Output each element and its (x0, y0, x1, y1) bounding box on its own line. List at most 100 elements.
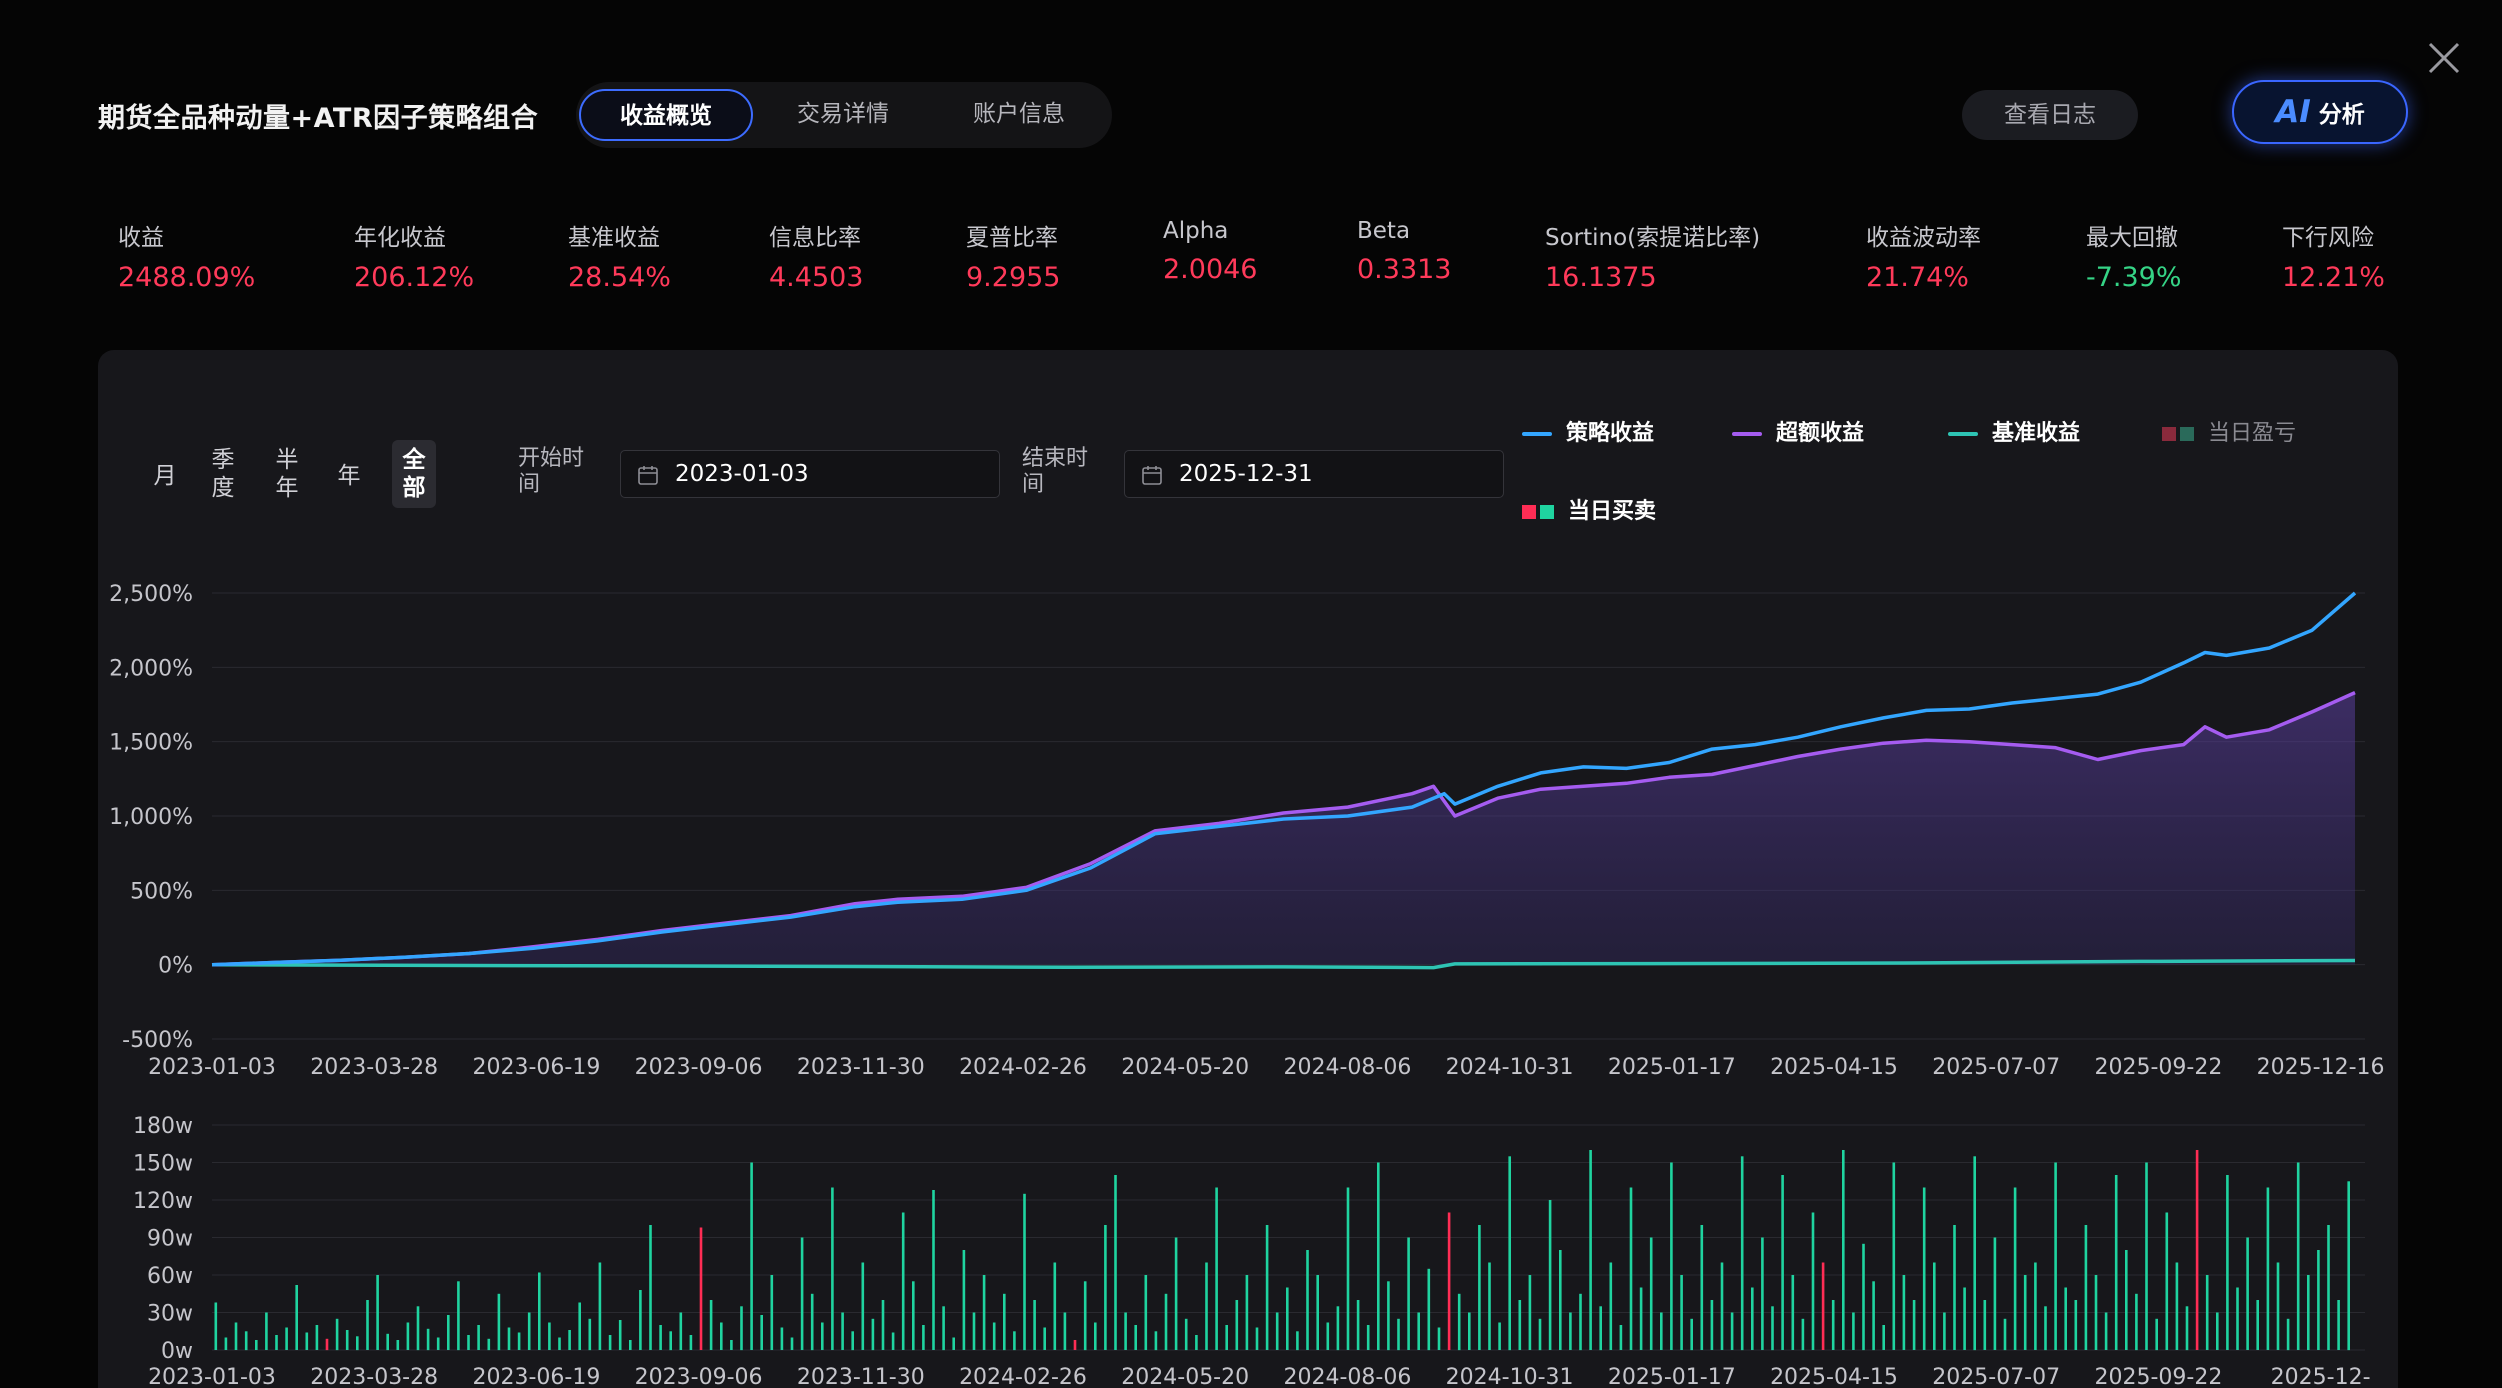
x-tick-label: 2024-08-06 (1283, 1055, 1411, 1080)
trade-bar (2054, 1162, 2057, 1350)
bar-chart-bars (214, 1150, 2350, 1351)
view-log-button[interactable]: 查看日志 (1962, 90, 2138, 140)
trade-bar (406, 1322, 410, 1350)
trade-bar (1205, 1262, 1208, 1350)
x-tick-label: 2024-02-26 (959, 1365, 1087, 1388)
trade-bar (1629, 1187, 1633, 1350)
trade-bar (477, 1325, 480, 1350)
trade-bar (1589, 1150, 1592, 1350)
tab-trade-details[interactable]: 交易详情 (756, 89, 930, 141)
trade-bar (1296, 1331, 1299, 1351)
trade-bar (1184, 1318, 1188, 1351)
trade-bar (497, 1293, 501, 1351)
trade-bar (1801, 1318, 1805, 1351)
close-icon[interactable] (2424, 38, 2464, 78)
trade-bar (1528, 1275, 1532, 1350)
y-tick-label: 30w (147, 1302, 193, 1327)
y-tick-label: 1,000% (109, 805, 193, 830)
trade-bar (1649, 1237, 1653, 1350)
trade-bar (1579, 1293, 1582, 1351)
x-tick-label: 2023-03-28 (310, 1365, 438, 1388)
metric-label: 下行风险 (2282, 225, 2374, 251)
ai-analysis-label: 分析 (2318, 102, 2365, 128)
trade-bar (871, 1318, 875, 1351)
trade-bar (1751, 1287, 1754, 1350)
trade-bar (2034, 1262, 2037, 1350)
trade-bar (487, 1338, 491, 1351)
trade-bar (669, 1331, 672, 1351)
metric-value: 206.12% (354, 262, 475, 293)
trade-bar (2286, 1318, 2290, 1351)
trade-bar (1619, 1325, 1623, 1350)
x-tick-label: 2024-05-20 (1121, 1365, 1249, 1388)
trade-bar (1053, 1262, 1057, 1350)
tab-overview[interactable]: 收益概览 (579, 89, 753, 141)
trade-bar (2094, 1275, 2098, 1350)
trade-bar (224, 1337, 228, 1350)
excess-area (212, 692, 2355, 965)
metric-value: 0.3313 (1357, 254, 1452, 285)
trade-bar (2013, 1187, 2017, 1350)
trade-bar (2175, 1262, 2179, 1350)
trade-bar (1720, 1262, 1724, 1350)
x-tick-label: 2024-10-31 (1446, 1365, 1574, 1388)
ai-analysis-button[interactable]: AI 分析 (2232, 80, 2408, 144)
trade-bar (861, 1262, 865, 1350)
x-tick-label: 2024-10-31 (1446, 1055, 1574, 1080)
trade-bar (558, 1337, 561, 1350)
metric-max-drawdown: 最大回撤 -7.39% (2086, 218, 2182, 293)
trade-bar (1043, 1327, 1046, 1350)
trade-bar (1811, 1212, 1815, 1350)
metric-value: -7.39% (2086, 262, 2182, 293)
trade-bar (2347, 1181, 2350, 1351)
trade-bar (922, 1325, 925, 1350)
metric-label: 年化收益 (354, 225, 446, 251)
trade-bar (2023, 1275, 2027, 1350)
trade-bar (1599, 1306, 1602, 1351)
trade-bar (345, 1330, 349, 1350)
trade-bar (1639, 1287, 1643, 1350)
trade-bar (315, 1325, 319, 1350)
trade-bar (1963, 1287, 1966, 1350)
trade-bar (1245, 1275, 1249, 1350)
metric-benchmark-return: 基准收益 28.54% (568, 218, 671, 293)
trade-bar (608, 1335, 612, 1350)
trade-bar (912, 1281, 915, 1351)
trade-bar (1660, 1312, 1663, 1350)
x-tick-label: 2025-07-07 (1932, 1055, 2060, 1080)
y-tick-label: 150w (133, 1152, 193, 1177)
trade-bar (548, 1322, 551, 1350)
trade-bar (1710, 1300, 1714, 1350)
trade-bar (295, 1285, 298, 1350)
trade-bar (1761, 1237, 1764, 1350)
trade-bar (426, 1328, 430, 1351)
trade-bar (810, 1293, 814, 1351)
trade-bar (1781, 1175, 1784, 1350)
trade-bar (1670, 1162, 1673, 1350)
trade-bar (1114, 1175, 1117, 1350)
trade-bar (901, 1212, 905, 1350)
x-tick-label: 2025-01-17 (1608, 1055, 1736, 1080)
trade-bar (2307, 1275, 2310, 1350)
returns-chart[interactable]: -500% 0% 500% 1,000% 1,500% 2,000% 2,500% 2023-… (98, 350, 2398, 1388)
tab-account-info[interactable]: 账户信息 (932, 89, 1106, 141)
trade-bar (265, 1312, 268, 1350)
trade-bar (1892, 1162, 1896, 1350)
trade-bar (1538, 1318, 1542, 1351)
trade-bar (1831, 1300, 1835, 1350)
x-tick-label: 2023-01-03 (148, 1055, 276, 1080)
trade-bar (659, 1325, 662, 1350)
page-title: 期货全品种动量+ATR因子策略组合 (98, 103, 539, 134)
trade-bar (457, 1281, 460, 1351)
trade-bar (709, 1300, 713, 1350)
metric-label: 基准收益 (568, 225, 660, 251)
trade-bar (1316, 1275, 1319, 1350)
trade-bar (699, 1227, 703, 1350)
trade-bar (2064, 1287, 2067, 1350)
x-tick-label: 2025-07-07 (1932, 1365, 2060, 1388)
trade-bar (2135, 1293, 2138, 1351)
trade-bar (356, 1336, 359, 1351)
trade-bar (1973, 1156, 1976, 1351)
trade-bar (649, 1225, 652, 1350)
trade-bar (2185, 1306, 2189, 1351)
